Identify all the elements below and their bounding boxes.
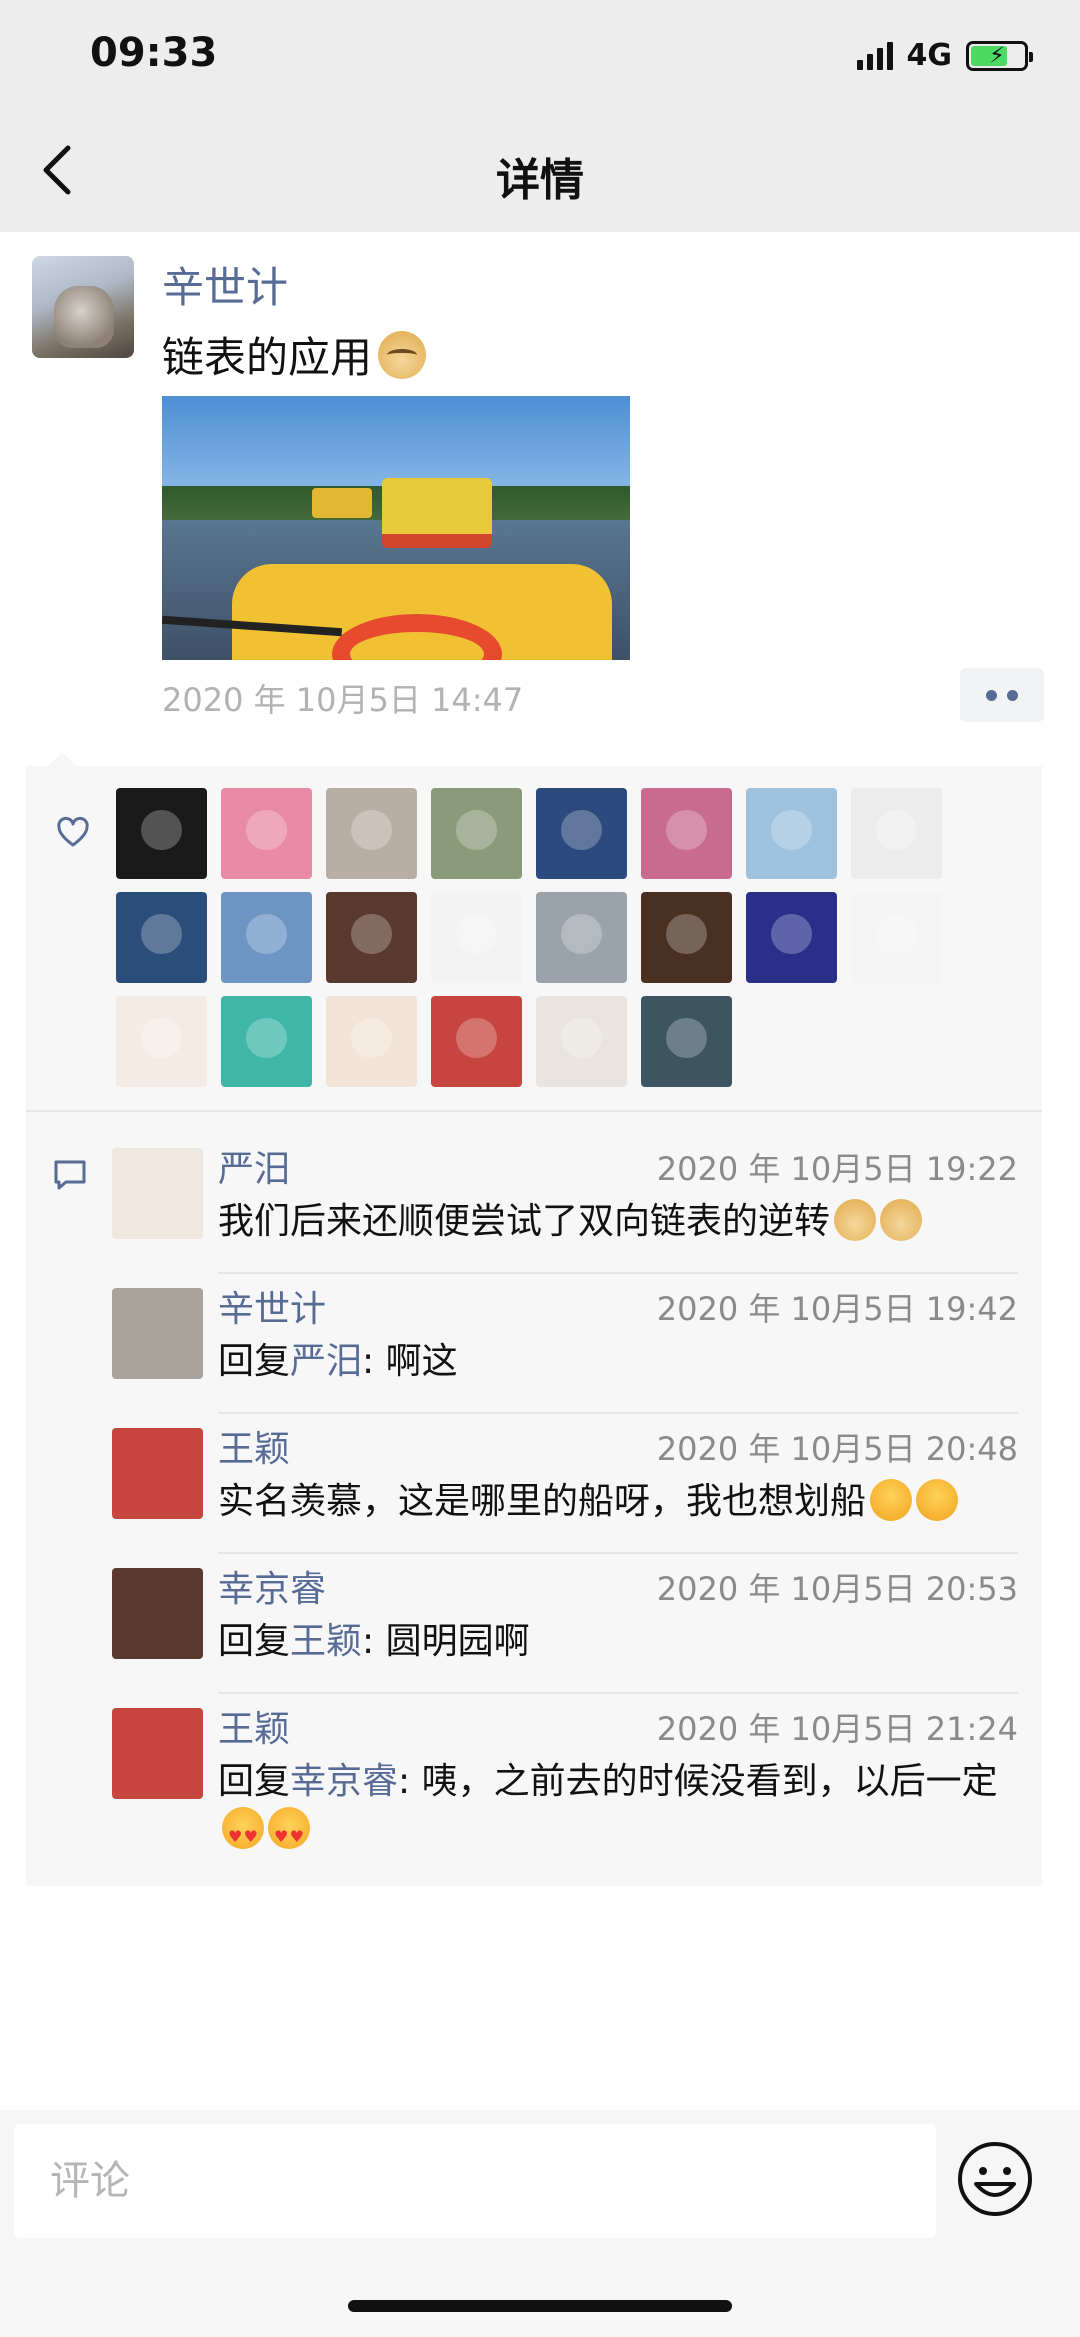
like-avatar[interactable]: [116, 892, 207, 983]
comment-time: 2020 年 10月5日 19:42: [656, 1290, 1018, 1328]
post-text-content: 链表的应用: [162, 333, 373, 382]
comment-text: 我们后来还顺便尝试了双向链表的逆转: [218, 1198, 1018, 1246]
commenter-avatar[interactable]: [112, 1288, 203, 1379]
comment-separator: [218, 1412, 1018, 1414]
like-avatar[interactable]: [326, 788, 417, 879]
reply-prefix: 回复: [218, 1621, 291, 1662]
like-avatar[interactable]: [536, 996, 627, 1087]
like-avatar[interactable]: [641, 996, 732, 1087]
comment-separator: [218, 1552, 1018, 1554]
reply-prefix: 回复: [218, 1341, 291, 1382]
comment-input[interactable]: [14, 2124, 936, 2238]
like-avatar[interactable]: [851, 892, 942, 983]
like-avatar[interactable]: [536, 788, 627, 879]
commenter-avatar[interactable]: [112, 1708, 203, 1799]
like-avatar[interactable]: [641, 788, 732, 879]
comment-text: 回复幸京睿: 咦，之前去的时候没看到，以后一定: [218, 1758, 1018, 1861]
comment-text: 实名羡慕，这是哪里的船呀，我也想划船: [218, 1478, 1018, 1526]
reply-target-name[interactable]: 严汨: [290, 1341, 362, 1382]
commenter-avatar[interactable]: [112, 1568, 203, 1659]
like-avatar[interactable]: [746, 892, 837, 983]
more-actions-button[interactable]: [960, 668, 1044, 722]
commenter-name[interactable]: 王颖: [218, 1420, 290, 1472]
heart-icon: [57, 816, 89, 847]
love-emoji-icon: [268, 1807, 310, 1861]
like-avatar[interactable]: [641, 892, 732, 983]
comment-text: 回复严汨: 啊这: [218, 1338, 1018, 1386]
comment-body: : 啊这: [362, 1341, 458, 1382]
like-avatar[interactable]: [536, 892, 627, 983]
commenter-name[interactable]: 辛世计: [218, 1280, 326, 1332]
comment-text: 回复王颖: 圆明园啊: [218, 1618, 1018, 1666]
doge-emoji-icon: [378, 330, 427, 379]
comment-icon: [54, 1160, 86, 1190]
commenter-avatar[interactable]: [112, 1428, 203, 1519]
like-avatar[interactable]: [326, 892, 417, 983]
page-title: 详情: [496, 155, 584, 206]
hug-emoji-icon: [916, 1479, 959, 1521]
comment-time: 2020 年 10月5日 20:48: [656, 1430, 1018, 1468]
comment-separator: [218, 1692, 1018, 1694]
like-avatar[interactable]: [221, 996, 312, 1087]
reply-target-name[interactable]: 王颖: [290, 1621, 362, 1662]
status-time: 09:33: [90, 30, 218, 76]
home-indicator: [348, 2300, 732, 2312]
likes-divider: [26, 1110, 1042, 1112]
reply-target-name[interactable]: 幸京睿: [290, 1761, 398, 1802]
like-avatar[interactable]: [746, 788, 837, 879]
commenter-name[interactable]: 幸京睿: [218, 1560, 326, 1612]
like-avatar[interactable]: [326, 996, 417, 1087]
post-author-name[interactable]: 辛世计: [162, 254, 288, 315]
hug-emoji-icon: [870, 1479, 913, 1521]
comment-time: 2020 年 10月5日 19:22: [656, 1150, 1018, 1188]
author-avatar[interactable]: [32, 256, 134, 358]
likes-avatar-grid: [116, 788, 956, 1087]
reply-prefix: 回复: [218, 1761, 291, 1802]
comment-body: 我们后来还顺便尝试了双向链表的逆转: [218, 1201, 831, 1242]
signal-icon: [856, 41, 893, 70]
network-type: 4G: [906, 38, 953, 73]
like-avatar[interactable]: [431, 996, 522, 1087]
commenter-name[interactable]: 王颖: [218, 1700, 290, 1752]
dog-emoji-icon: [834, 1199, 877, 1241]
commenter-name[interactable]: 严汨: [218, 1140, 290, 1192]
status-icons: 4G ⚡: [856, 38, 1033, 73]
comment-separator: [218, 1272, 1018, 1274]
post-timestamp: 2020 年 10月5日 14:47: [162, 681, 524, 719]
love-emoji-icon: [222, 1807, 264, 1861]
post-photo[interactable]: [162, 396, 630, 660]
comment-body: 实名羡慕，这是哪里的船呀，我也想划船: [218, 1481, 867, 1522]
comment-body: : 咦，之前去的时候没看到，以后一定: [398, 1761, 998, 1802]
comment-time: 2020 年 10月5日 21:24: [656, 1710, 1018, 1748]
emoji-icon[interactable]: [956, 2140, 1034, 2218]
like-avatar[interactable]: [431, 892, 522, 983]
dog-emoji-icon: [880, 1199, 923, 1241]
like-avatar[interactable]: [221, 892, 312, 983]
comment-time: 2020 年 10月5日 20:53: [656, 1570, 1018, 1608]
commenter-avatar[interactable]: [112, 1148, 203, 1239]
like-avatar[interactable]: [221, 788, 312, 879]
battery-icon: ⚡: [966, 40, 1033, 71]
like-avatar[interactable]: [431, 788, 522, 879]
comment-body: : 圆明园啊: [362, 1621, 530, 1662]
like-avatar[interactable]: [116, 788, 207, 879]
post-text: 链表的应用: [162, 324, 427, 385]
like-avatar[interactable]: [851, 788, 942, 879]
like-avatar[interactable]: [116, 996, 207, 1087]
